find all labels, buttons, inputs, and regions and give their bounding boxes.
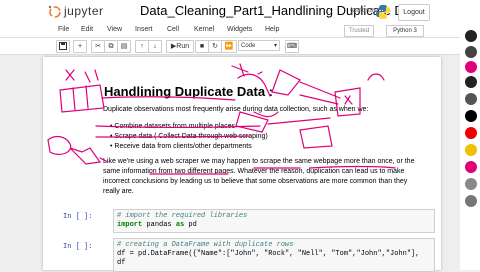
info-tool-icon[interactable] — [465, 46, 477, 58]
scissors-icon: ✂ — [95, 43, 101, 50]
keyword: as — [175, 221, 185, 229]
section-title: Handlining Duplicate Data : — [104, 84, 274, 99]
save-button[interactable] — [56, 40, 70, 53]
intro-text: Duplicate observations most frequently a… — [103, 106, 369, 113]
paste-icon: ▤ — [120, 43, 128, 50]
logout-button[interactable]: Logout — [398, 4, 430, 21]
menu-file[interactable]: File — [58, 26, 69, 33]
bullet-item: • Combine datasets from multiple places — [110, 123, 236, 130]
code-comment: # creating a DataFrame with duplicate ro… — [117, 241, 294, 249]
restart-icon: ↻ — [212, 43, 218, 50]
code-line: import pandas as pd — [117, 221, 197, 229]
menu-widgets[interactable]: Widgets — [227, 26, 252, 33]
cell-type-value: Code — [241, 43, 256, 49]
fast-forward-icon: ⏩ — [224, 43, 234, 50]
paragraph-line: really are. — [103, 188, 134, 195]
menu-cell[interactable]: Cell — [167, 26, 179, 33]
arrow-up-icon: ↑ — [140, 43, 144, 50]
chevron-down-icon: ▾ — [273, 43, 277, 49]
menu-kernel[interactable]: Kernel — [194, 26, 214, 33]
pen-tool-icon[interactable] — [465, 30, 477, 42]
jupyter-logo-icon — [48, 5, 61, 18]
color-red-icon[interactable] — [465, 127, 477, 139]
bullet-item: • Receive data from clients/other depart… — [110, 143, 252, 150]
cell-prompt: In [ ]: — [63, 243, 93, 251]
settings-icon[interactable] — [465, 178, 477, 190]
undo-icon[interactable] — [465, 195, 477, 207]
restart-button[interactable]: ↻ — [208, 40, 222, 53]
run-button[interactable]: ▶Run — [166, 40, 194, 53]
python-logo-icon — [376, 5, 390, 19]
code-comment: # import the required libraries — [117, 212, 248, 220]
cut-button[interactable]: ✂ — [91, 40, 105, 53]
kernel-indicator: Python 3 — [386, 25, 424, 37]
cell-type-select[interactable]: Code ▾ — [238, 40, 280, 51]
paste-button[interactable]: ▤ — [117, 40, 131, 53]
paragraph-line: Like we're using a web scraper we may ha… — [103, 158, 415, 165]
color-pink-icon[interactable] — [465, 61, 477, 73]
color-yellow-icon[interactable] — [465, 144, 477, 156]
trusted-indicator[interactable]: Trusted — [344, 25, 374, 37]
copy-icon: ⧉ — [108, 43, 114, 50]
keyboard-icon: ⌨ — [286, 43, 298, 50]
code-line: df = pd.DataFrame({"Name":["John", "Rock… — [117, 250, 420, 258]
menu-insert[interactable]: Insert — [135, 26, 153, 33]
notebook-header: jupyter Data_Cleaning_Part1_Handlining D… — [0, 0, 480, 24]
code-text: pd — [184, 221, 197, 229]
paragraph-line: same information from two different page… — [103, 168, 405, 175]
arrow-down-icon: ↓ — [153, 43, 157, 50]
code-text: pandas — [142, 221, 176, 229]
color-black-icon[interactable] — [465, 110, 477, 122]
cell-prompt: In [ ]: — [63, 213, 93, 221]
menu-help[interactable]: Help — [265, 26, 279, 33]
move-up-button[interactable]: ↑ — [135, 40, 149, 53]
menu-view[interactable]: View — [107, 26, 122, 33]
code-line: df — [117, 259, 126, 267]
restart-run-all-button[interactable]: ⏩ — [221, 40, 237, 53]
move-down-button[interactable]: ↓ — [148, 40, 162, 53]
bullet-text: Receive data from clients/other departme… — [114, 143, 252, 150]
stop-icon: ■ — [199, 43, 205, 50]
command-palette-button[interactable]: ⌨ — [285, 40, 299, 53]
keyword: import — [117, 221, 143, 229]
pencil-icon[interactable] — [465, 76, 477, 88]
insert-cell-button[interactable]: + — [73, 40, 87, 53]
copy-button[interactable]: ⧉ — [104, 40, 118, 53]
bullet-text: Scrape data ( Collect Data through web s… — [114, 133, 268, 140]
jupyter-brand: jupyter — [64, 4, 104, 18]
bullet-text: Combine datasets from multiple places — [114, 123, 236, 130]
bullet-item: • Scrape data ( Collect Data through web… — [110, 133, 268, 140]
color-magenta-icon[interactable] — [465, 161, 477, 173]
save-icon — [59, 42, 67, 50]
menu-edit[interactable]: Edit — [81, 26, 93, 33]
eraser-icon[interactable] — [465, 93, 477, 105]
interrupt-button[interactable]: ■ — [195, 40, 209, 53]
paragraph-line: incorrect conclusions by leading us to b… — [103, 178, 408, 185]
plus-icon: + — [77, 43, 83, 50]
run-label: Run — [176, 43, 190, 50]
